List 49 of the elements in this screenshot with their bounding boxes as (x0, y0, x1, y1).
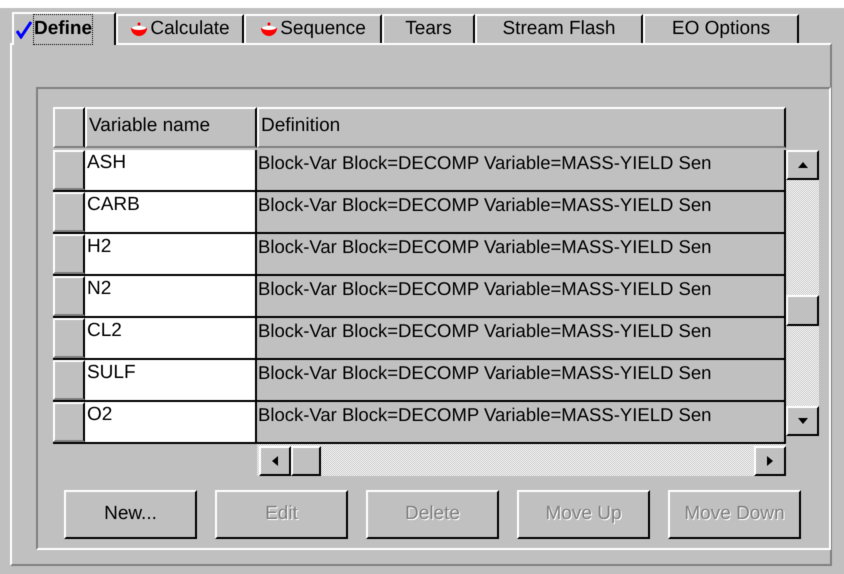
vertical-scrollbar[interactable] (786, 150, 819, 436)
scroll-left-button[interactable] (259, 446, 291, 476)
scroll-down-button[interactable] (786, 406, 819, 436)
row-header[interactable] (53, 318, 85, 358)
up-arrow-icon (798, 162, 808, 168)
tab-label: Stream Flash (502, 17, 616, 42)
row-header[interactable] (53, 150, 85, 190)
left-arrow-icon (272, 456, 278, 466)
action-button[interactable]: New... (64, 490, 197, 539)
row-header[interactable] (53, 276, 85, 316)
tab[interactable]: Tears (382, 14, 475, 43)
table-cell[interactable]: Block-Var Block=DECOMP Variable=MASS-YIELD Sen (257, 360, 786, 400)
row-header[interactable] (53, 360, 85, 400)
tab-label: Define (34, 15, 92, 44)
table-cell[interactable]: H2 (85, 234, 257, 274)
column-header[interactable]: Definition (257, 107, 786, 148)
table-cell[interactable]: CARB (85, 192, 257, 232)
table-cell[interactable]: N2 (85, 276, 257, 316)
scroll-up-button[interactable] (786, 150, 819, 180)
table-cell[interactable]: Block-Var Block=DECOMP Variable=MASS-YIELD Sen (257, 150, 786, 190)
table-cell[interactable]: Block-Var Block=DECOMP Variable=MASS-YIELD Sen (257, 402, 786, 442)
table-cell[interactable]: Block-Var Block=DECOMP Variable=MASS-YIELD Sen (257, 276, 786, 316)
down-arrow-icon (798, 418, 808, 424)
row-header[interactable] (53, 192, 85, 232)
table-cell[interactable]: SULF (85, 360, 257, 400)
tab-label: Tears (405, 17, 452, 42)
column-header[interactable]: Variable name (85, 107, 257, 148)
scroll-right-button[interactable] (754, 446, 786, 476)
table-cell[interactable]: Block-Var Block=DECOMP Variable=MASS-YIELD Sen (257, 318, 786, 358)
tab-label: Calculate (150, 17, 230, 42)
corner-header (53, 107, 85, 148)
scroll-thumb[interactable] (291, 446, 321, 476)
horizontal-scrollbar[interactable] (257, 444, 786, 476)
tab[interactable]: Sequence (244, 14, 382, 43)
table-cell[interactable]: ASH (85, 150, 257, 190)
table-cell[interactable]: Block-Var Block=DECOMP Variable=MASS-YIELD Sen (257, 234, 786, 274)
tab[interactable]: Define (12, 12, 116, 45)
scroll-thumb[interactable] (786, 295, 819, 326)
table-cell[interactable]: Block-Var Block=DECOMP Variable=MASS-YIELD Sen (257, 192, 786, 232)
tab[interactable]: EO Options (643, 14, 799, 43)
table-cell[interactable]: CL2 (85, 318, 257, 358)
tab-label: EO Options (672, 17, 770, 42)
table-cell[interactable]: O2 (85, 402, 257, 442)
row-header[interactable] (53, 234, 85, 274)
tab[interactable]: Calculate (116, 14, 244, 43)
tab[interactable]: Stream Flash (475, 14, 643, 43)
tab-label: Sequence (280, 17, 366, 42)
right-arrow-icon (767, 456, 773, 466)
row-header[interactable] (53, 402, 85, 442)
